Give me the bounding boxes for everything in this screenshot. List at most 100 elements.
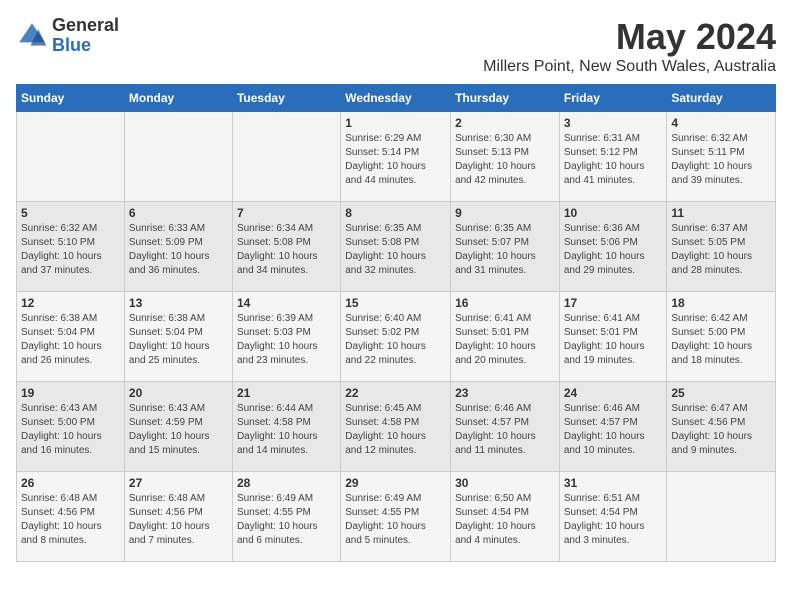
day-number: 27 (129, 476, 228, 490)
calendar-cell: 19Sunrise: 6:43 AM Sunset: 5:00 PM Dayli… (17, 382, 125, 472)
day-info: Sunrise: 6:29 AM Sunset: 5:14 PM Dayligh… (345, 132, 446, 188)
calendar-cell: 8Sunrise: 6:35 AM Sunset: 5:08 PM Daylig… (341, 202, 451, 292)
day-number: 18 (671, 296, 771, 310)
calendar-cell: 3 Sunrise: 6:31 AM Sunset: 5:12 PM Daylig… (559, 112, 667, 202)
day-number: 22 (345, 386, 446, 400)
day-number: 11 (671, 206, 771, 220)
calendar-cell (17, 112, 125, 202)
day-number: 31 (564, 476, 663, 490)
header-cell-monday: Monday (124, 85, 232, 112)
day-info: Sunrise: 6:50 AM Sunset: 4:54 PM Dayligh… (455, 492, 555, 548)
calendar-cell: 13 Sunrise: 6:38 AM Sunset: 5:04 PM Dayli… (124, 292, 232, 382)
calendar-cell: 29 Sunrise: 6:49 AM Sunset: 4:55 PM Dayli… (341, 472, 451, 562)
calendar-cell: 18 Sunrise: 6:42 AM Sunset: 5:00 PM Dayli… (667, 292, 776, 382)
day-info: Sunrise: 6:38 AM Sunset: 5:04 PM Dayligh… (129, 312, 228, 368)
calendar-cell: 31Sunrise: 6:51 AM Sunset: 4:54 PM Dayli… (559, 472, 667, 562)
calendar-cell: 7 Sunrise: 6:34 AM Sunset: 5:08 PM Daylig… (232, 202, 340, 292)
calendar-cell (667, 472, 776, 562)
day-number: 15 (345, 296, 446, 310)
week-row-3: 12 Sunrise: 6:38 AM Sunset: 5:04 PM Dayli… (17, 292, 776, 382)
calendar-cell: 30 Sunrise: 6:50 AM Sunset: 4:54 PM Dayli… (451, 472, 560, 562)
day-number: 10 (564, 206, 663, 220)
day-number: 16 (455, 296, 555, 310)
day-info: Sunrise: 6:41 AM Sunset: 5:01 PM Dayligh… (564, 312, 663, 368)
calendar-cell: 9 Sunrise: 6:35 AM Sunset: 5:07 PM Daylig… (451, 202, 560, 292)
day-number: 28 (237, 476, 336, 490)
calendar-table: SundayMondayTuesdayWednesdayThursdayFrid… (16, 84, 776, 562)
calendar-cell: 23 Sunrise: 6:46 AM Sunset: 4:57 PM Dayli… (451, 382, 560, 472)
day-number: 17 (564, 296, 663, 310)
logo-general: General (52, 16, 119, 36)
header-cell-thursday: Thursday (451, 85, 560, 112)
calendar-cell: 14 Sunrise: 6:39 AM Sunset: 5:03 PM Dayli… (232, 292, 340, 382)
day-info: Sunrise: 6:46 AM Sunset: 4:57 PM Dayligh… (564, 402, 663, 458)
day-info: Sunrise: 6:32 AM Sunset: 5:10 PM Dayligh… (21, 222, 120, 278)
day-number: 19 (21, 386, 120, 400)
logo: General Blue (16, 16, 119, 56)
calendar-cell: 27 Sunrise: 6:48 AM Sunset: 4:56 PM Dayli… (124, 472, 232, 562)
day-number: 7 (237, 206, 336, 220)
header-cell-sunday: Sunday (17, 85, 125, 112)
calendar-cell: 10 Sunrise: 6:36 AM Sunset: 5:06 PM Dayli… (559, 202, 667, 292)
calendar-cell: 17 Sunrise: 6:41 AM Sunset: 5:01 PM Dayli… (559, 292, 667, 382)
calendar-cell: 25 Sunrise: 6:47 AM Sunset: 4:56 PM Dayli… (667, 382, 776, 472)
day-info: Sunrise: 6:35 AM Sunset: 5:07 PM Dayligh… (455, 222, 555, 278)
calendar-cell: 20Sunrise: 6:43 AM Sunset: 4:59 PM Dayli… (124, 382, 232, 472)
day-number: 14 (237, 296, 336, 310)
day-number: 24 (564, 386, 663, 400)
calendar-cell: 4Sunrise: 6:32 AM Sunset: 5:11 PM Daylig… (667, 112, 776, 202)
day-info: Sunrise: 6:42 AM Sunset: 5:00 PM Dayligh… (671, 312, 771, 368)
day-info: Sunrise: 6:38 AM Sunset: 5:04 PM Dayligh… (21, 312, 120, 368)
day-number: 29 (345, 476, 446, 490)
day-info: Sunrise: 6:48 AM Sunset: 4:56 PM Dayligh… (21, 492, 120, 548)
day-info: Sunrise: 6:45 AM Sunset: 4:58 PM Dayligh… (345, 402, 446, 458)
day-number: 30 (455, 476, 555, 490)
calendar-cell: 2Sunrise: 6:30 AM Sunset: 5:13 PM Daylig… (451, 112, 560, 202)
calendar-cell: 12 Sunrise: 6:38 AM Sunset: 5:04 PM Dayli… (17, 292, 125, 382)
day-info: Sunrise: 6:43 AM Sunset: 4:59 PM Dayligh… (129, 402, 228, 458)
day-info: Sunrise: 6:37 AM Sunset: 5:05 PM Dayligh… (671, 222, 771, 278)
day-number: 23 (455, 386, 555, 400)
day-number: 9 (455, 206, 555, 220)
calendar-cell: 15 Sunrise: 6:40 AM Sunset: 5:02 PM Dayli… (341, 292, 451, 382)
logo-icon (16, 20, 48, 52)
week-row-1: 1Sunrise: 6:29 AM Sunset: 5:14 PM Daylig… (17, 112, 776, 202)
day-info: Sunrise: 6:49 AM Sunset: 4:55 PM Dayligh… (237, 492, 336, 548)
calendar-cell: 6Sunrise: 6:33 AM Sunset: 5:09 PM Daylig… (124, 202, 232, 292)
subtitle: Millers Point, New South Wales, Australi… (483, 58, 776, 76)
logo-blue: Blue (52, 36, 119, 56)
day-info: Sunrise: 6:34 AM Sunset: 5:08 PM Dayligh… (237, 222, 336, 278)
day-info: Sunrise: 6:46 AM Sunset: 4:57 PM Dayligh… (455, 402, 555, 458)
day-info: Sunrise: 6:47 AM Sunset: 4:56 PM Dayligh… (671, 402, 771, 458)
day-info: Sunrise: 6:48 AM Sunset: 4:56 PM Dayligh… (129, 492, 228, 548)
logo-text: General Blue (52, 16, 119, 56)
day-info: Sunrise: 6:44 AM Sunset: 4:58 PM Dayligh… (237, 402, 336, 458)
header-cell-wednesday: Wednesday (341, 85, 451, 112)
day-info: Sunrise: 6:36 AM Sunset: 5:06 PM Dayligh… (564, 222, 663, 278)
day-number: 26 (21, 476, 120, 490)
week-row-4: 19Sunrise: 6:43 AM Sunset: 5:00 PM Dayli… (17, 382, 776, 472)
day-number: 12 (21, 296, 120, 310)
day-number: 13 (129, 296, 228, 310)
day-info: Sunrise: 6:41 AM Sunset: 5:01 PM Dayligh… (455, 312, 555, 368)
day-info: Sunrise: 6:31 AM Sunset: 5:12 PM Dayligh… (564, 132, 663, 188)
day-info: Sunrise: 6:40 AM Sunset: 5:02 PM Dayligh… (345, 312, 446, 368)
calendar-cell (232, 112, 340, 202)
day-info: Sunrise: 6:30 AM Sunset: 5:13 PM Dayligh… (455, 132, 555, 188)
calendar-cell (124, 112, 232, 202)
day-number: 25 (671, 386, 771, 400)
day-info: Sunrise: 6:49 AM Sunset: 4:55 PM Dayligh… (345, 492, 446, 548)
day-info: Sunrise: 6:33 AM Sunset: 5:09 PM Dayligh… (129, 222, 228, 278)
page-header: General Blue May 2024 Millers Point, New… (16, 16, 776, 76)
header-cell-saturday: Saturday (667, 85, 776, 112)
calendar-cell: 22 Sunrise: 6:45 AM Sunset: 4:58 PM Dayli… (341, 382, 451, 472)
calendar-cell: 24 Sunrise: 6:46 AM Sunset: 4:57 PM Dayli… (559, 382, 667, 472)
calendar-cell: 5 Sunrise: 6:32 AM Sunset: 5:10 PM Daylig… (17, 202, 125, 292)
title-block: May 2024 Millers Point, New South Wales,… (483, 16, 776, 76)
week-row-2: 5 Sunrise: 6:32 AM Sunset: 5:10 PM Daylig… (17, 202, 776, 292)
calendar-cell: 28 Sunrise: 6:49 AM Sunset: 4:55 PM Dayli… (232, 472, 340, 562)
day-info: Sunrise: 6:39 AM Sunset: 5:03 PM Dayligh… (237, 312, 336, 368)
day-number: 3 (564, 116, 663, 130)
day-number: 5 (21, 206, 120, 220)
calendar-cell: 1Sunrise: 6:29 AM Sunset: 5:14 PM Daylig… (341, 112, 451, 202)
